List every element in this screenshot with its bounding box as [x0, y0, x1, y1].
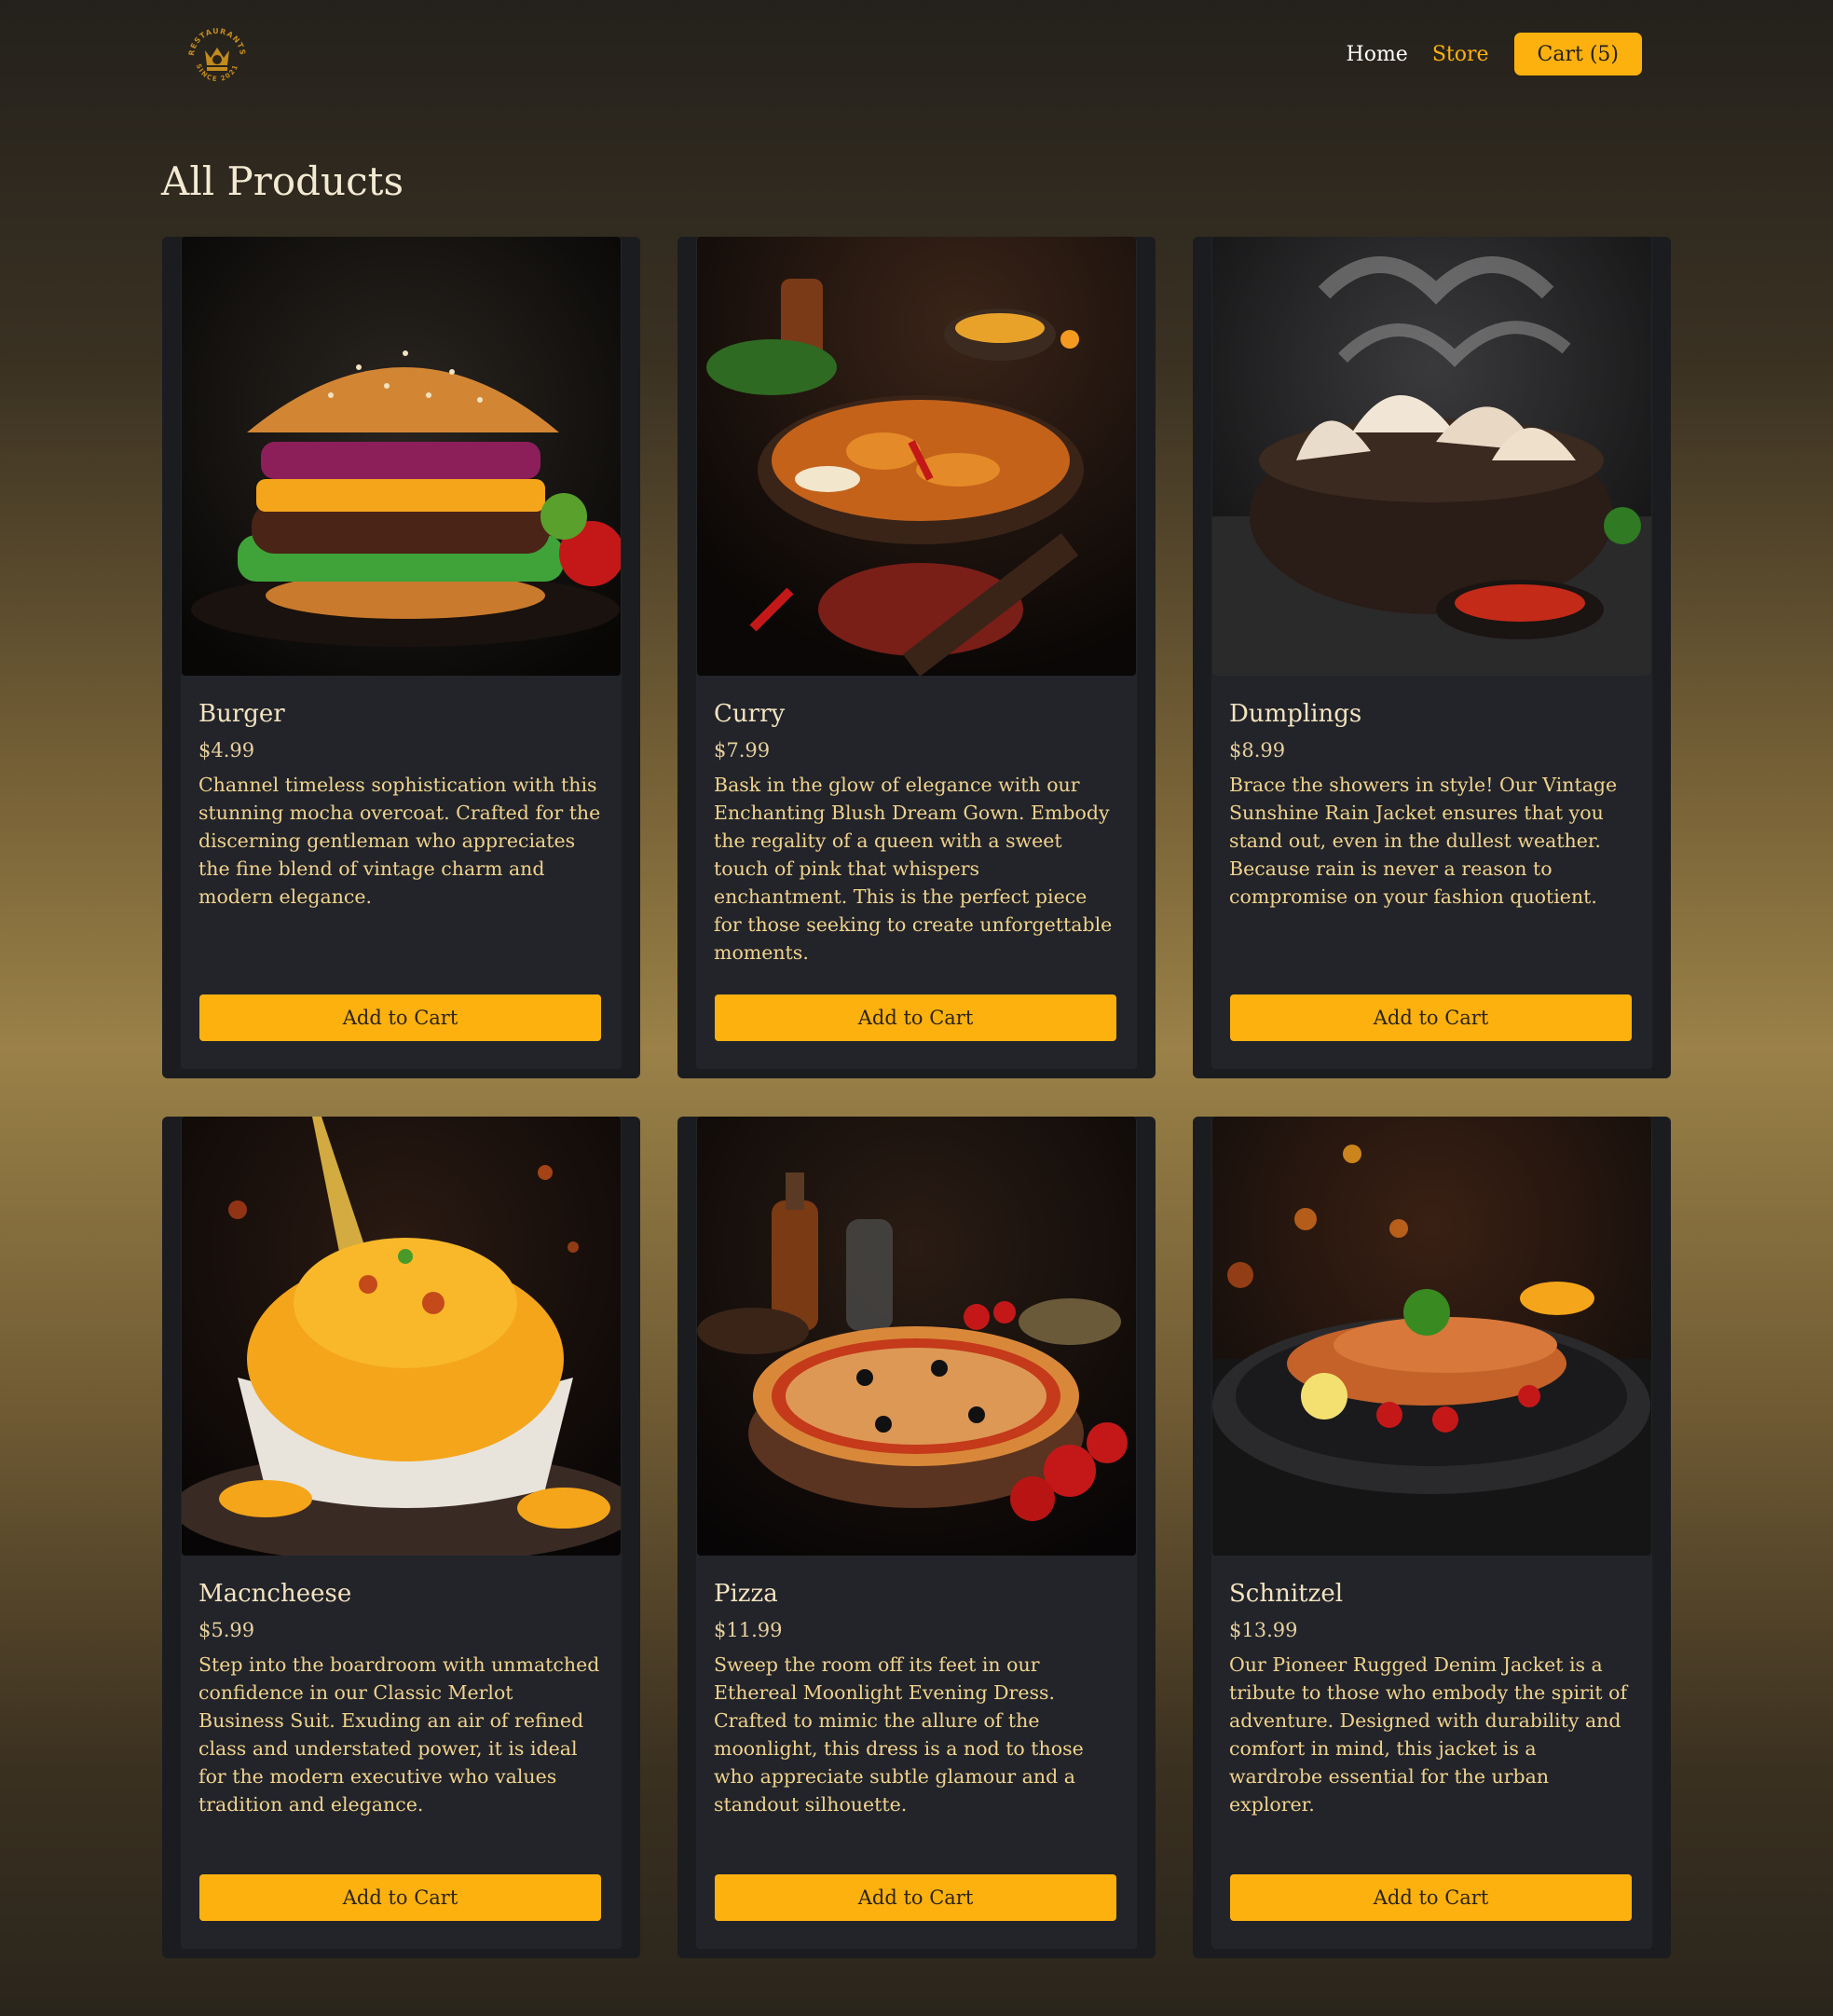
product-card: Burger $4.99 Channel timeless sophistica… — [162, 237, 640, 1078]
product-description: Bask in the glow of elegance with our En… — [714, 774, 1113, 964]
product-description: Brace the showers in style! Our Vintage … — [1229, 774, 1618, 908]
product-name: Dumplings — [1229, 700, 1362, 728]
product-card: Dumplings $8.99 Brace the showers in sty… — [1193, 237, 1671, 1078]
schnitzel-image — [1212, 1117, 1651, 1556]
product-price: $4.99 — [198, 739, 255, 761]
product-name: Schnitzel — [1229, 1580, 1344, 1608]
add-to-cart-button[interactable]: Add to Cart — [1230, 1874, 1632, 1921]
page-title: All Products — [161, 158, 404, 204]
product-price: $7.99 — [714, 739, 771, 761]
product-card: Pizza $11.99 Sweep the room off its feet… — [677, 1117, 1156, 1958]
svg-text:SINCE 2021: SINCE 2021 — [195, 62, 240, 83]
navbar: RESTAURANTS SINCE 2021 Home Store Cart (… — [0, 0, 1833, 107]
product-description: Sweep the room off its feet in our Ether… — [714, 1653, 1084, 1816]
product-card: Macncheese $5.99 Step into the boardroom… — [162, 1117, 640, 1958]
nav-store-link[interactable]: Store — [1432, 43, 1489, 66]
product-card: Schnitzel $13.99 Our Pioneer Rugged Deni… — [1193, 1117, 1671, 1958]
product-name: Macncheese — [198, 1580, 352, 1608]
restaurant-logo[interactable]: RESTAURANTS SINCE 2021 — [183, 22, 252, 91]
product-description: Channel timeless sophistication with thi… — [198, 774, 601, 908]
nav-home-link[interactable]: Home — [1347, 43, 1408, 66]
macncheese-image — [182, 1117, 621, 1556]
product-price: $11.99 — [714, 1619, 783, 1641]
add-to-cart-button[interactable]: Add to Cart — [199, 994, 601, 1041]
burger-image — [182, 237, 621, 676]
product-name: Burger — [198, 700, 285, 728]
product-price: $8.99 — [1229, 739, 1286, 761]
curry-image — [697, 237, 1136, 676]
pizza-image — [697, 1117, 1136, 1556]
add-to-cart-button[interactable]: Add to Cart — [715, 1874, 1116, 1921]
product-description: Step into the boardroom with unmatched c… — [198, 1653, 600, 1816]
add-to-cart-button[interactable]: Add to Cart — [1230, 994, 1632, 1041]
dumplings-image — [1212, 237, 1651, 676]
cart-button[interactable]: Cart (5) — [1512, 32, 1643, 76]
nav-links: Home Store Cart (5) — [1347, 32, 1643, 76]
product-description: Our Pioneer Rugged Denim Jacket is a tri… — [1229, 1653, 1628, 1816]
add-to-cart-button[interactable]: Add to Cart — [715, 994, 1116, 1041]
product-name: Pizza — [714, 1580, 778, 1608]
product-price: $13.99 — [1229, 1619, 1298, 1641]
product-grid: Burger $4.99 Channel timeless sophistica… — [162, 237, 1671, 1958]
product-price: $5.99 — [198, 1619, 255, 1641]
product-card: Curry $7.99 Bask in the glow of elegance… — [677, 237, 1156, 1078]
add-to-cart-button[interactable]: Add to Cart — [199, 1874, 601, 1921]
product-name: Curry — [714, 700, 786, 728]
